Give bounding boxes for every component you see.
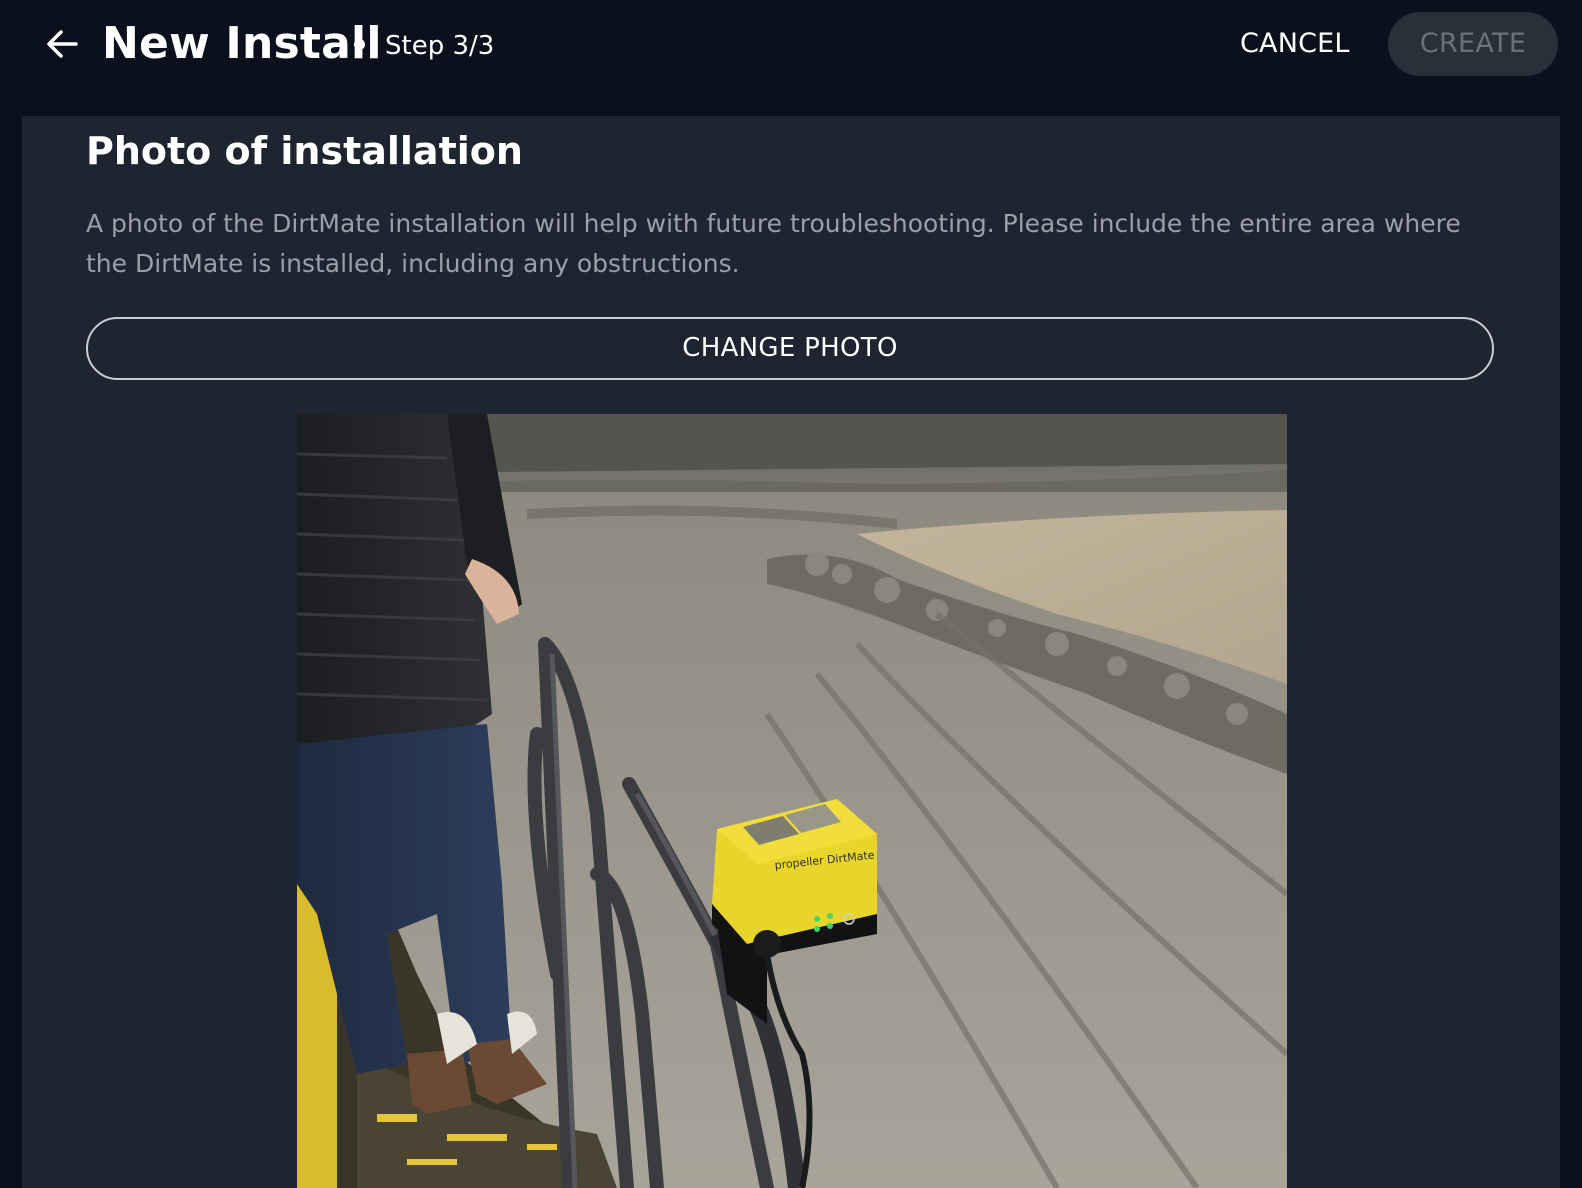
content-panel: Photo of installation A photo of the Dir… (22, 116, 1560, 1188)
installation-photo-illustration: propeller DirtMate (297, 414, 1287, 1188)
installation-photo: propeller DirtMate (297, 414, 1287, 1188)
separator-dot (354, 39, 365, 50)
change-photo-button[interactable]: CHANGE PHOTO (86, 317, 1494, 380)
create-button[interactable]: CREATE (1388, 12, 1558, 76)
top-app-bar: New Install Step 3/3 CANCEL CREATE (0, 0, 1582, 116)
page-title: New Install (102, 18, 382, 69)
section-description: A photo of the DirtMate installation wil… (86, 209, 1461, 278)
back-button[interactable] (40, 22, 84, 66)
arrow-left-icon (47, 30, 78, 58)
step-indicator: Step 3/3 (385, 31, 495, 61)
cancel-button[interactable]: CANCEL (1226, 22, 1364, 66)
section-title: Photo of installation (86, 129, 523, 173)
